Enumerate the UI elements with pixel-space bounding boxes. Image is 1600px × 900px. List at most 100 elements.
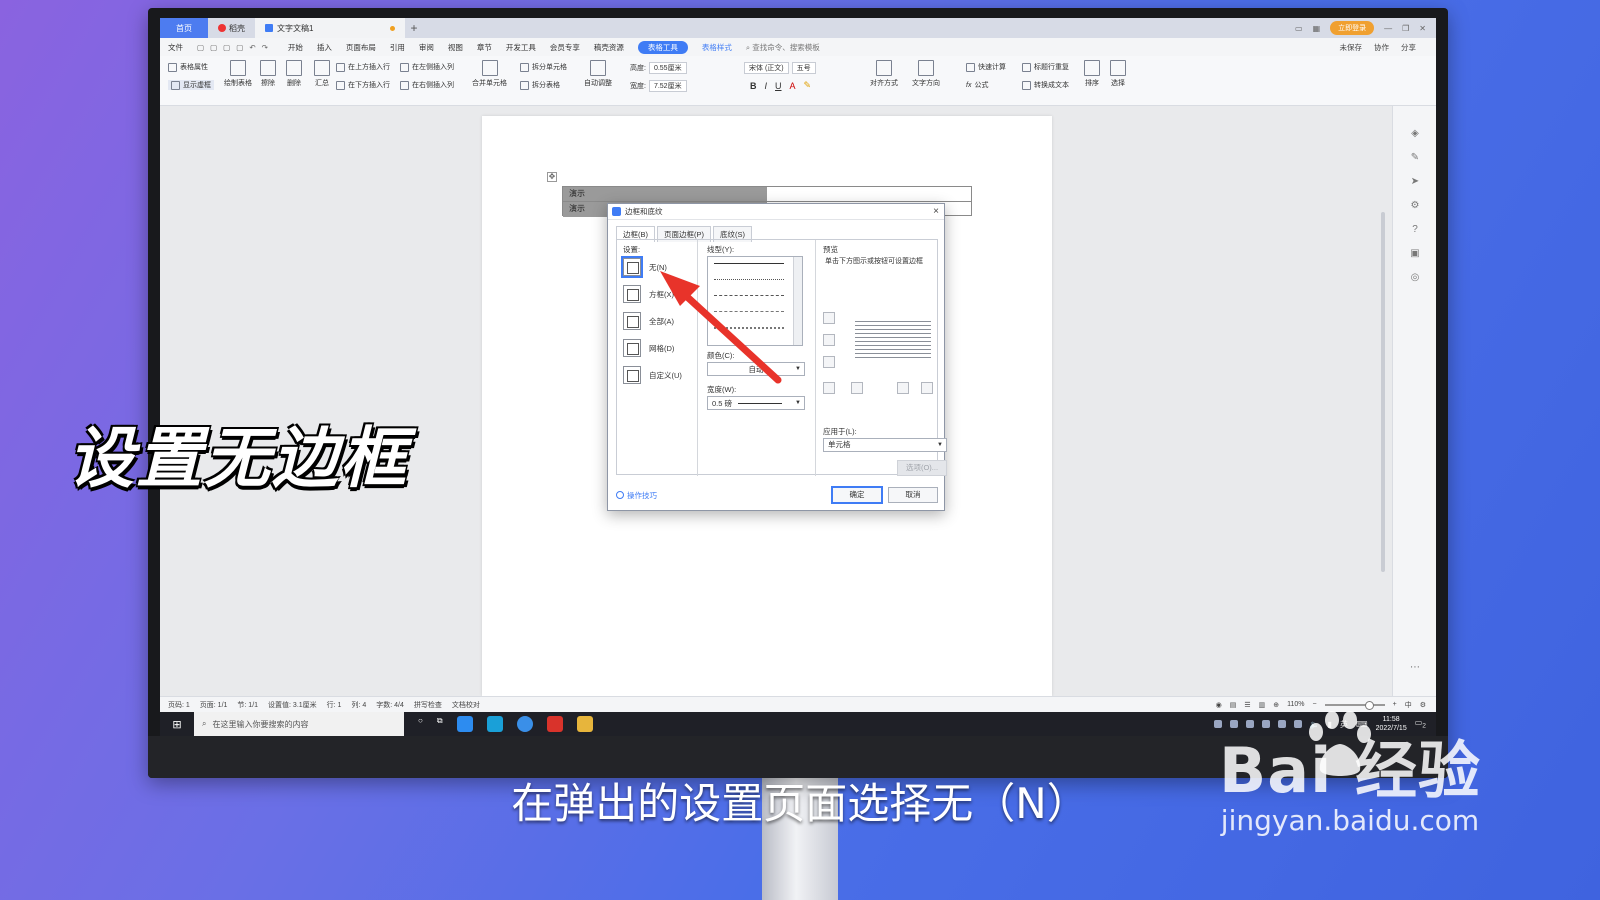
setting-all[interactable]: 全部(A) bbox=[623, 312, 674, 330]
layout-icon[interactable]: ▭ bbox=[1295, 24, 1303, 33]
tips-link[interactable]: 操作技巧 bbox=[616, 490, 657, 501]
options-button[interactable]: 选项(O)... bbox=[897, 460, 947, 476]
page-view-icon[interactable]: ▤ bbox=[1230, 701, 1237, 709]
app-chrome-icon[interactable] bbox=[516, 716, 533, 732]
pen-icon[interactable]: ✎ bbox=[1409, 152, 1421, 164]
ok-button[interactable]: 确定 bbox=[831, 486, 883, 504]
app-wps-icon[interactable] bbox=[546, 716, 563, 732]
app-edge-icon[interactable] bbox=[486, 716, 503, 732]
menu-insert[interactable]: 插入 bbox=[317, 42, 332, 53]
app-browser-icon[interactable] bbox=[456, 716, 473, 732]
settings-gear-icon[interactable]: ⚙ bbox=[1420, 701, 1426, 709]
merge-cells-button[interactable]: 合并单元格 bbox=[472, 60, 507, 88]
bottom-border-button[interactable] bbox=[823, 356, 835, 368]
insert-row-above-button[interactable]: 在上方插入行 bbox=[336, 62, 390, 72]
eye-icon[interactable]: ◉ bbox=[1216, 701, 1222, 709]
zoom-out-icon[interactable]: − bbox=[1313, 701, 1317, 708]
line-style-scrollbar[interactable] bbox=[793, 257, 802, 345]
width-select[interactable]: 0.5 磅 ▼ bbox=[707, 396, 805, 410]
collab-button[interactable]: 协作 bbox=[1374, 42, 1389, 53]
backup-icon[interactable]: ▣ bbox=[1409, 248, 1421, 260]
cortana-icon[interactable]: ○ bbox=[418, 716, 423, 732]
line-style-list[interactable] bbox=[707, 256, 803, 346]
command-search[interactable]: ⌕ 查找命令、搜索模板 bbox=[746, 42, 820, 53]
menu-review[interactable]: 审阅 bbox=[419, 42, 434, 53]
bold-icon[interactable]: B bbox=[750, 81, 757, 91]
setting-box[interactable]: 方框(X) bbox=[623, 285, 674, 303]
table-cell[interactable] bbox=[767, 187, 971, 201]
status-words[interactable]: 字数: 4/4 bbox=[376, 700, 404, 710]
apply-to-select[interactable]: 单元格 ▼ bbox=[823, 438, 947, 452]
left-border-button[interactable] bbox=[851, 382, 863, 394]
taskbar-search[interactable]: ⌕ 在这里输入你要搜索的内容 bbox=[194, 712, 404, 736]
windows-start-icon[interactable]: ⊞ bbox=[160, 718, 194, 731]
insert-col-left-button[interactable]: 在左侧插入列 bbox=[400, 62, 454, 72]
zoom-in-icon[interactable]: + bbox=[1393, 701, 1397, 708]
more-icon[interactable]: ⋯ bbox=[1409, 662, 1421, 674]
menu-start[interactable]: 开始 bbox=[288, 42, 303, 53]
delete-button[interactable]: 删除 bbox=[286, 60, 302, 88]
height-field[interactable]: 0.55厘米 bbox=[648, 62, 687, 74]
setting-none[interactable]: 无(N) bbox=[621, 256, 667, 278]
close-icon[interactable]: × bbox=[928, 206, 944, 217]
share-button[interactable]: 分享 bbox=[1401, 42, 1416, 53]
task-view-icon[interactable]: ⧉ bbox=[437, 716, 443, 732]
scrollbar-thumb[interactable] bbox=[1381, 212, 1385, 572]
grid-icon[interactable]: ▦ bbox=[1313, 24, 1321, 33]
login-button[interactable]: 立即登录 bbox=[1330, 21, 1375, 35]
middle-border-button[interactable] bbox=[823, 334, 835, 346]
setting-grid[interactable]: 网格(D) bbox=[623, 339, 674, 357]
table-cell[interactable]: 演示 bbox=[563, 187, 767, 201]
split-cells-button[interactable]: 拆分单元格 bbox=[520, 62, 567, 72]
to-text-button[interactable]: 转换成文本 bbox=[1022, 80, 1069, 90]
quick-access-icons[interactable]: ▢▢▢▢↶↷ bbox=[197, 43, 274, 52]
table-props-button[interactable]: 表格属性 bbox=[168, 62, 208, 72]
font-name-select[interactable]: 宋体 (正文) bbox=[744, 62, 789, 74]
app-folder-icon[interactable] bbox=[576, 716, 593, 732]
restore-icon[interactable]: ❐ bbox=[1402, 24, 1409, 33]
cancel-button[interactable]: 取消 bbox=[888, 487, 938, 503]
sort-button[interactable]: 排序 bbox=[1084, 60, 1100, 88]
minimize-icon[interactable]: — bbox=[1384, 24, 1392, 33]
line-style-solid[interactable] bbox=[714, 263, 784, 264]
location-icon[interactable]: ◎ bbox=[1409, 272, 1421, 284]
insert-col-right-button[interactable]: 在右侧插入列 bbox=[400, 80, 454, 90]
menu-resources[interactable]: 稿壳资源 bbox=[594, 42, 624, 53]
setting-custom[interactable]: 自定义(U) bbox=[623, 366, 682, 384]
line-style-dash-dot[interactable] bbox=[714, 327, 784, 329]
adjust-icon[interactable]: ⚙ bbox=[1409, 200, 1421, 212]
pointer-icon[interactable]: ➤ bbox=[1409, 176, 1421, 188]
read-view-icon[interactable]: ▥ bbox=[1259, 701, 1266, 709]
unsaved-button[interactable]: 未保存 bbox=[1340, 42, 1363, 53]
menu-file[interactable]: 文件 bbox=[168, 42, 183, 53]
italic-icon[interactable]: I bbox=[765, 81, 768, 91]
style-icon[interactable]: ◈ bbox=[1409, 128, 1421, 140]
top-border-button[interactable] bbox=[823, 312, 835, 324]
spell-check-toggle[interactable]: 拼写检查 bbox=[414, 700, 442, 710]
erase-button[interactable]: 擦除 bbox=[260, 60, 276, 88]
line-style-dotted[interactable] bbox=[714, 279, 784, 280]
line-style-dashed[interactable] bbox=[714, 295, 784, 296]
highlight-icon[interactable]: ✎ bbox=[804, 80, 812, 91]
zoom-slider[interactable] bbox=[1324, 700, 1385, 710]
split-table-button[interactable]: 拆分表格 bbox=[520, 80, 560, 90]
summary-button[interactable]: 汇总 bbox=[314, 60, 330, 88]
insert-row-below-button[interactable]: 在下方插入行 bbox=[336, 80, 390, 90]
vertical-scrollbar[interactable] bbox=[1380, 198, 1386, 736]
repeat-header-button[interactable]: 标题行重复 bbox=[1022, 62, 1069, 72]
preview-diagram[interactable] bbox=[855, 318, 931, 360]
ime-indicator[interactable]: 中 bbox=[1405, 700, 1412, 710]
new-tab-button[interactable]: + bbox=[405, 21, 423, 35]
close-window-icon[interactable]: ✕ bbox=[1419, 24, 1426, 33]
color-select[interactable]: 自动 ▼ bbox=[707, 362, 805, 376]
underline-icon[interactable]: U bbox=[775, 81, 782, 91]
diagonal-up-button[interactable] bbox=[921, 382, 933, 394]
table-move-handle[interactable]: ✥ bbox=[547, 172, 557, 182]
tab-document[interactable]: 文字文稿1 bbox=[255, 18, 405, 38]
menu-view[interactable]: 视图 bbox=[448, 42, 463, 53]
quick-calc-button[interactable]: 快速计算 bbox=[966, 62, 1006, 72]
line-style-long-dash[interactable] bbox=[714, 311, 784, 312]
menu-section[interactable]: 章节 bbox=[477, 42, 492, 53]
width-field[interactable]: 7.52厘米 bbox=[648, 80, 687, 92]
select-button[interactable]: 选择 bbox=[1110, 60, 1126, 88]
